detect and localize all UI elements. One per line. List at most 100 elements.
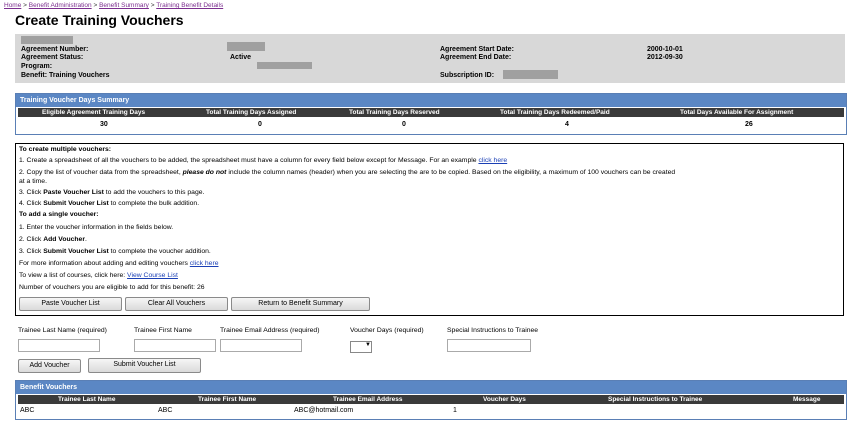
breadcrumb: Home > Benefit Administration > Benefit … bbox=[4, 2, 223, 9]
chevron-down-icon: ▼ bbox=[365, 342, 371, 348]
voucher-days-select[interactable]: ▼ bbox=[350, 341, 372, 353]
instruction-bold: Submit Voucher List bbox=[43, 248, 109, 255]
summary-header: Training Voucher Days Summary bbox=[16, 94, 846, 107]
multi-voucher-title: To create multiple vouchers: bbox=[19, 146, 112, 153]
instruction-bold: Submit Voucher List bbox=[43, 200, 109, 207]
summary-value-redeemed: 4 bbox=[565, 121, 569, 128]
special-instructions-input[interactable] bbox=[447, 339, 531, 352]
summary-value-available: 26 bbox=[745, 121, 753, 128]
col-first-name: Trainee First Name bbox=[198, 396, 257, 403]
add-voucher-button[interactable]: Add Voucher bbox=[18, 359, 81, 373]
summary-column-headers: Eligible Agreement Training Days Total T… bbox=[18, 108, 844, 117]
voucher-days-label: Voucher Days (required) bbox=[350, 327, 424, 334]
redacted-block bbox=[503, 70, 558, 79]
single-step-3: 3. Click Submit Voucher List to complete… bbox=[19, 248, 211, 255]
instruction-text: To view a list of courses, click here: bbox=[19, 272, 126, 279]
agreement-status-label: Agreement Status: bbox=[21, 54, 84, 61]
instruction-text: For more information about adding and ed… bbox=[19, 260, 188, 267]
breadcrumb-benefit-summary[interactable]: Benefit Summary bbox=[99, 2, 149, 9]
instruction-step-2-cont: at a time. bbox=[19, 178, 47, 185]
example-link[interactable]: click here bbox=[478, 157, 507, 164]
agreement-start-value: 2000-10-01 bbox=[647, 46, 683, 53]
email-label: Trainee Email Address (required) bbox=[220, 327, 320, 334]
vouchers-column-headers: Trainee Last Name Trainee First Name Tra… bbox=[18, 395, 844, 404]
instruction-text: 2. Click bbox=[19, 236, 42, 243]
email-input[interactable] bbox=[220, 339, 302, 352]
col-voucher-days: Voucher Days bbox=[483, 396, 526, 403]
summary-value-reserved: 0 bbox=[402, 121, 406, 128]
page-title: Create Training Vouchers bbox=[15, 12, 184, 28]
instruction-text: 1. Create a spreadsheet of all the vouch… bbox=[19, 157, 477, 164]
instruction-text: include the column names (header) when y… bbox=[228, 169, 676, 176]
program-label: Program: bbox=[21, 63, 53, 70]
summary-value-eligible: 30 bbox=[100, 121, 108, 128]
summary-col-available: Total Days Available For Assignment bbox=[680, 109, 794, 116]
col-message: Message bbox=[793, 396, 821, 403]
breadcrumb-separator: > bbox=[23, 2, 27, 9]
instruction-text: to complete the bulk addition. bbox=[110, 200, 200, 207]
first-name-label: Trainee First Name bbox=[134, 327, 192, 334]
instructions-panel: To create multiple vouchers: 1. Create a… bbox=[15, 143, 844, 316]
last-name-input[interactable] bbox=[18, 339, 100, 352]
benefit-label: Benefit: Training Vouchers bbox=[21, 72, 110, 79]
return-to-benefit-summary-button[interactable]: Return to Benefit Summary bbox=[231, 297, 370, 311]
instruction-text: 3. Click bbox=[19, 248, 42, 255]
instruction-emphasis: please do not bbox=[182, 169, 227, 176]
subscription-id-label: Subscription ID: bbox=[440, 72, 495, 79]
agreement-end-label: Agreement End Date: bbox=[440, 54, 512, 61]
instruction-step-3: 3. Click Paste Voucher List to add the v… bbox=[19, 189, 204, 196]
breadcrumb-separator: > bbox=[93, 2, 98, 9]
summary-value-assigned: 0 bbox=[258, 121, 262, 128]
single-voucher-title: To add a single voucher: bbox=[19, 211, 99, 218]
single-step-1: 1. Enter the voucher information in the … bbox=[19, 224, 174, 231]
benefit-vouchers-table: Benefit Vouchers Trainee Last Name Train… bbox=[15, 380, 847, 420]
redacted-block bbox=[21, 36, 73, 44]
training-days-summary: Training Voucher Days Summary Eligible A… bbox=[15, 93, 847, 135]
single-step-2: 2. Click Add Voucher. bbox=[19, 236, 87, 243]
instruction-text: 3. Click bbox=[19, 189, 42, 196]
submit-voucher-list-button[interactable]: Submit Voucher List bbox=[88, 358, 201, 373]
breadcrumb-separator: > bbox=[150, 2, 155, 9]
agreement-number-label: Agreement Number: bbox=[21, 46, 89, 53]
instruction-text: 2. Copy the list of voucher data from th… bbox=[19, 169, 181, 176]
breadcrumb-benefit-administration[interactable]: Benefit Administration bbox=[29, 2, 92, 9]
more-info-link[interactable]: click here bbox=[190, 260, 219, 267]
instruction-step-4: 4. Click Submit Voucher List to complete… bbox=[19, 200, 199, 207]
summary-col-assigned: Total Training Days Assigned bbox=[206, 109, 297, 116]
special-instructions-label: Special Instructions to Trainee bbox=[447, 327, 539, 334]
course-list-line: To view a list of courses, click here: V… bbox=[19, 272, 178, 279]
redacted-block bbox=[257, 62, 312, 69]
cell-voucher-days: 1 bbox=[453, 407, 457, 414]
cell-email: ABC@hotmail.com bbox=[294, 407, 354, 414]
view-course-list-link[interactable]: View Course List bbox=[127, 272, 178, 279]
breadcrumb-training-benefit-details[interactable]: Training Benefit Details bbox=[156, 2, 223, 9]
cell-first-name: ABC bbox=[158, 407, 173, 414]
breadcrumb-home[interactable]: Home bbox=[4, 2, 21, 9]
col-last-name: Trainee Last Name bbox=[58, 396, 116, 403]
more-info-line: For more information about adding and ed… bbox=[19, 260, 219, 267]
summary-col-redeemed: Total Training Days Redeemed/Paid bbox=[500, 109, 610, 116]
instruction-step-2: 2. Copy the list of voucher data from th… bbox=[19, 169, 675, 176]
agreement-status-value: Active bbox=[230, 54, 252, 61]
summary-col-reserved: Total Training Days Reserved bbox=[349, 109, 440, 116]
cell-last-name: ABC bbox=[20, 407, 35, 414]
instruction-step-1: 1. Create a spreadsheet of all the vouch… bbox=[19, 157, 507, 164]
agreement-end-value: 2012-09-30 bbox=[647, 54, 683, 61]
agreement-panel: Agreement Number: Agreement Status: Acti… bbox=[15, 34, 845, 83]
clear-all-vouchers-button[interactable]: Clear All Vouchers bbox=[125, 297, 228, 311]
col-email: Trainee Email Address bbox=[333, 396, 403, 403]
instruction-text: to add the vouchers to this page. bbox=[105, 189, 205, 196]
eligible-count-line: Number of vouchers you are eligible to a… bbox=[19, 284, 205, 291]
instruction-text: to complete the voucher addition. bbox=[110, 248, 211, 255]
vouchers-header: Benefit Vouchers bbox=[16, 381, 846, 394]
instruction-text: 4. Click bbox=[19, 200, 42, 207]
last-name-label: Trainee Last Name (required) bbox=[18, 327, 107, 334]
paste-voucher-list-button[interactable]: Paste Voucher List bbox=[19, 297, 122, 311]
redacted-block bbox=[227, 42, 265, 51]
agreement-start-label: Agreement Start Date: bbox=[440, 46, 514, 53]
col-special-instructions: Special Instructions to Trainee bbox=[608, 396, 703, 403]
instruction-text: . bbox=[84, 236, 87, 243]
instruction-bold: Paste Voucher List bbox=[43, 189, 104, 196]
summary-col-eligible: Eligible Agreement Training Days bbox=[42, 109, 146, 116]
first-name-input[interactable] bbox=[134, 339, 216, 352]
